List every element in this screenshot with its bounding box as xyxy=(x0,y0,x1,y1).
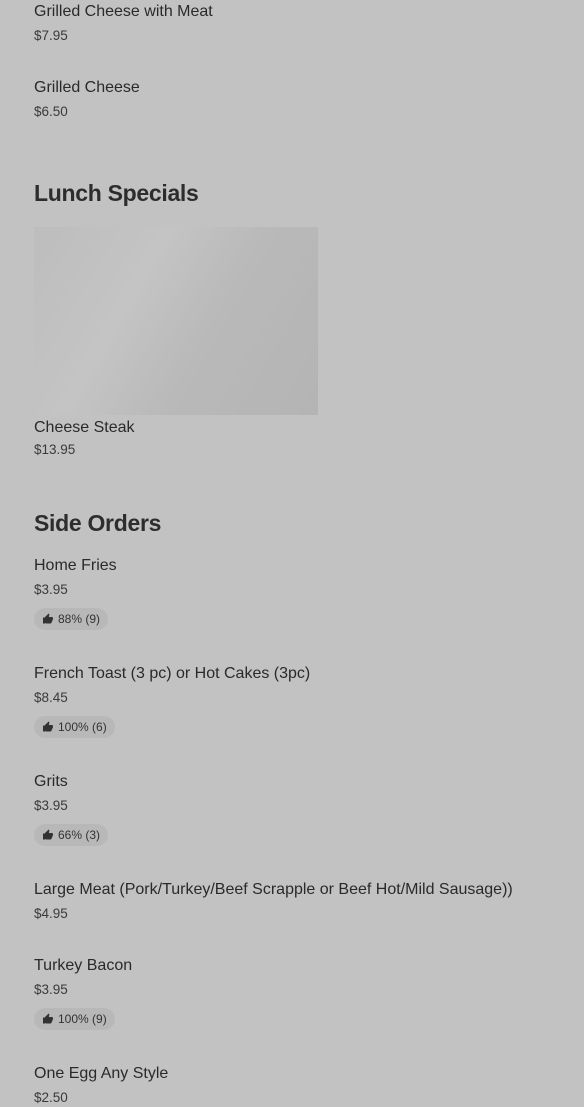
menu-item-french-toast-or-hot-cakes[interactable]: French Toast (3 pc) or Hot Cakes (3pc) $… xyxy=(34,664,310,738)
menu-item-grilled-cheese[interactable]: Grilled Cheese $6.50 xyxy=(34,78,140,121)
section-title-side-orders: Side Orders xyxy=(34,510,162,536)
thumbs-up-icon xyxy=(43,829,53,840)
item-name: Turkey Bacon xyxy=(34,957,133,974)
thumbs-up-icon xyxy=(43,613,53,624)
rating-text: 88% (9) xyxy=(58,612,101,626)
item-name: Cheese Steak xyxy=(34,419,135,436)
item-price: $4.95 xyxy=(34,906,68,921)
item-price: $7.95 xyxy=(34,28,68,43)
thumbs-up-icon xyxy=(43,721,53,732)
rating-badge: 100% (6) xyxy=(34,716,115,738)
menu-item-one-egg-any-style[interactable]: One Egg Any Style $2.50 xyxy=(34,1064,168,1107)
item-name: Grilled Cheese xyxy=(34,79,140,96)
item-price: $3.95 xyxy=(34,582,68,597)
item-price: $3.95 xyxy=(34,798,68,813)
menu-item-cheese-steak[interactable]: Cheese Steak $13.95 xyxy=(34,418,135,459)
item-name: Home Fries xyxy=(34,557,117,574)
rating-text: 100% (9) xyxy=(58,1012,107,1026)
item-price: $13.95 xyxy=(34,442,76,457)
thumbs-up-icon xyxy=(43,1013,53,1024)
item-price: $2.50 xyxy=(34,1090,68,1105)
item-image-cheese-steak[interactable] xyxy=(34,227,318,415)
rating-text: 66% (3) xyxy=(58,828,101,842)
item-name: One Egg Any Style xyxy=(34,1065,169,1082)
menu-item-grilled-cheese-with-meat[interactable]: Grilled Cheese with Meat $7.95 xyxy=(34,2,213,45)
menu-item-large-meat[interactable]: Large Meat (Pork/Turkey/Beef Scrapple or… xyxy=(34,880,513,923)
rating-text: 100% (6) xyxy=(58,720,107,734)
menu-item-turkey-bacon[interactable]: Turkey Bacon $3.95 100% (9) xyxy=(34,956,132,1030)
item-name: Grits xyxy=(34,773,68,790)
item-name: Grilled Cheese with Meat xyxy=(34,3,213,20)
item-price: $6.50 xyxy=(34,104,68,119)
item-price: $3.95 xyxy=(34,982,68,997)
item-price: $8.45 xyxy=(34,690,68,705)
menu-item-home-fries[interactable]: Home Fries $3.95 88% (9) xyxy=(34,556,117,630)
item-name: Large Meat (Pork/Turkey/Beef Scrapple or… xyxy=(34,881,513,898)
rating-badge: 66% (3) xyxy=(34,824,109,846)
section-title-lunch-specials: Lunch Specials xyxy=(34,180,199,206)
rating-badge: 100% (9) xyxy=(34,1008,115,1030)
rating-badge: 88% (9) xyxy=(34,608,109,630)
menu-item-grits[interactable]: Grits $3.95 66% (3) xyxy=(34,772,109,846)
item-name: French Toast (3 pc) or Hot Cakes (3pc) xyxy=(34,665,311,682)
